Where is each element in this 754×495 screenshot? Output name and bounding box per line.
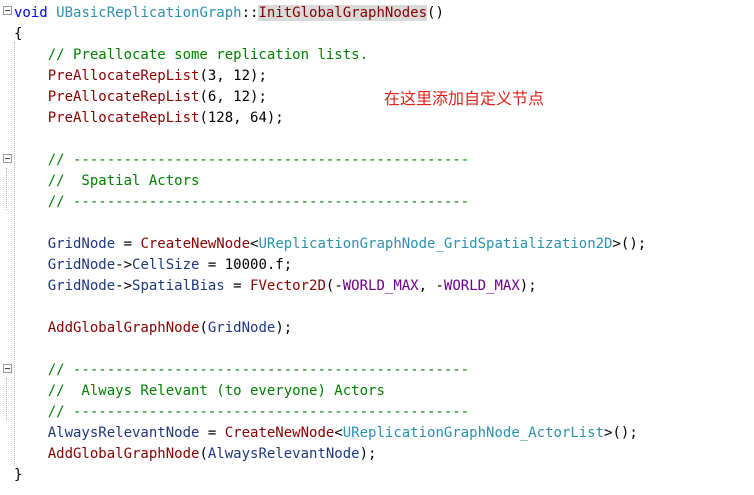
type-name: UReplicationGraphNode_ActorList: [342, 425, 605, 441]
arguments: (6, 12);: [199, 89, 267, 105]
close-paren: );: [359, 446, 377, 462]
function-call: CreateNewNode: [224, 425, 335, 441]
code-line[interactable]: AddGlobalGraphNode(GridNode);: [14, 318, 292, 339]
arrow-operator: ->: [115, 257, 133, 273]
angle-close-call: >();: [612, 236, 647, 252]
code-line[interactable]: {: [14, 24, 22, 45]
macro: WORLD_MAX: [342, 278, 419, 294]
function-call: PreAllocateRepList: [47, 68, 200, 84]
fold-range-line: [6, 378, 7, 420]
code-line[interactable]: // -------------------------------------…: [14, 402, 469, 423]
code-line[interactable]: GridNode->SpatialBias = FVector2D(-WORLD…: [14, 276, 537, 297]
function-call: CreateNewNode: [140, 236, 251, 252]
code-line[interactable]: PreAllocateRepList(128, 64);: [14, 108, 284, 129]
code-line[interactable]: // -------------------------------------…: [14, 150, 469, 171]
code-line[interactable]: PreAllocateRepList(6, 12);: [14, 87, 267, 108]
collapse-function-icon[interactable]: [3, 6, 12, 15]
code-editor[interactable]: void UBasicReplicationGraph::InitGlobalG…: [0, 0, 754, 495]
variable: AlwaysRelevantNode: [47, 425, 200, 441]
code-line[interactable]: void UBasicReplicationGraph::InitGlobalG…: [14, 3, 444, 24]
member: CellSize: [132, 257, 200, 273]
assignment-value: = 10000.f;: [199, 257, 293, 273]
collapse-comment-block-icon[interactable]: [3, 364, 12, 373]
arrow-operator: ->: [115, 278, 133, 294]
variable: GridNode: [47, 236, 116, 252]
paren-minus: (-: [325, 278, 343, 294]
member: SpatialBias: [132, 278, 225, 294]
open-paren: (: [199, 320, 208, 336]
assign-operator: =: [199, 425, 225, 441]
code-line[interactable]: AlwaysRelevantNode = CreateNewNode<URepl…: [14, 423, 638, 444]
angle-close-call: >();: [604, 425, 638, 441]
open-paren: (: [199, 446, 208, 462]
variable: GridNode: [47, 257, 116, 273]
collapse-comment-block-icon[interactable]: [3, 154, 12, 163]
parens: (): [427, 5, 444, 21]
variable: GridNode: [207, 320, 276, 336]
arguments: (128, 64);: [199, 110, 284, 126]
comment: // Always Relevant (to everyone) Actors: [47, 383, 385, 399]
code-line[interactable]: PreAllocateRepList(3, 12);: [14, 66, 267, 87]
code-line[interactable]: GridNode = CreateNewNode<UReplicationGra…: [14, 234, 646, 255]
function-call: FVector2D: [250, 278, 326, 294]
function-call: PreAllocateRepList: [47, 89, 200, 105]
comment: // Spatial Actors: [47, 173, 200, 189]
assign-operator: =: [224, 278, 251, 294]
method-name-highlighted: InitGlobalGraphNodes: [258, 5, 428, 21]
variable: AlwaysRelevantNode: [207, 446, 360, 462]
code-line[interactable]: // Preallocate some replication lists.: [14, 45, 368, 66]
code-line[interactable]: // Spatial Actors: [14, 171, 200, 192]
fold-range-line: [6, 168, 7, 210]
annotation-note: 在这里添加自定义节点: [384, 89, 545, 108]
comment-divider: // -------------------------------------…: [47, 362, 470, 378]
comment: // Preallocate some replication lists.: [47, 47, 369, 63]
code-line[interactable]: // Always Relevant (to everyone) Actors: [14, 381, 385, 402]
assign-operator: =: [115, 236, 141, 252]
close-brace: }: [14, 467, 23, 483]
class-name: UBasicReplicationGraph: [56, 5, 242, 21]
type-name: UReplicationGraphNode_GridSpatialization…: [258, 236, 613, 252]
function-call: PreAllocateRepList: [47, 110, 200, 126]
comment-divider: // -------------------------------------…: [47, 194, 470, 210]
code-line[interactable]: // -------------------------------------…: [14, 192, 469, 213]
scope-operator: ::: [241, 5, 259, 21]
close-paren: );: [275, 320, 293, 336]
arguments: (3, 12);: [199, 68, 267, 84]
code-line[interactable]: }: [14, 465, 22, 486]
code-line[interactable]: // -------------------------------------…: [14, 360, 469, 381]
comment-divider: // -------------------------------------…: [47, 152, 470, 168]
keyword-void: void: [14, 5, 48, 21]
comma-minus: , -: [418, 278, 444, 294]
variable: GridNode: [47, 278, 116, 294]
function-call: AddGlobalGraphNode: [47, 446, 200, 462]
code-line[interactable]: GridNode->CellSize = 10000.f;: [14, 255, 292, 276]
open-brace: {: [14, 26, 23, 42]
code-line[interactable]: AddGlobalGraphNode(AlwaysRelevantNode);: [14, 444, 377, 465]
comment-divider: // -------------------------------------…: [47, 404, 470, 420]
function-call: AddGlobalGraphNode: [47, 320, 200, 336]
close-paren: );: [519, 278, 537, 294]
macro: WORLD_MAX: [443, 278, 520, 294]
angle-open: <: [334, 425, 343, 441]
